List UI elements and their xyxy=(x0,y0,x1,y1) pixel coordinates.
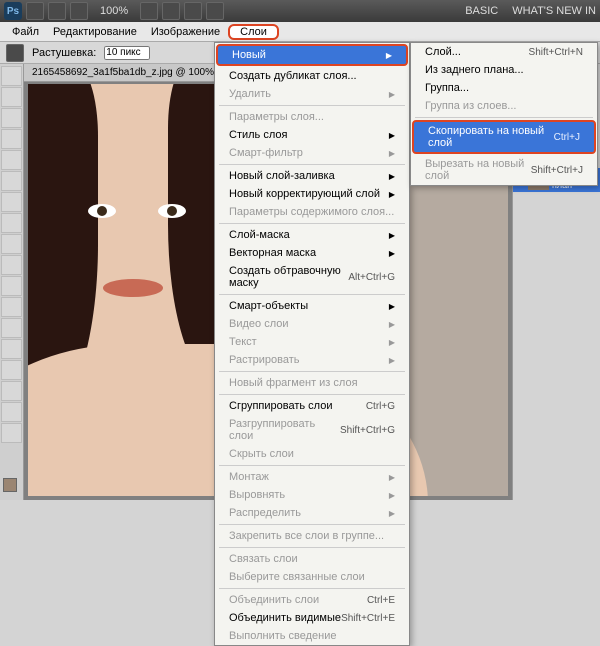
tool-icon[interactable] xyxy=(26,2,44,20)
menu-adj-layer[interactable]: Новый корректирующий слой▶ xyxy=(215,185,409,203)
menu-flatten[interactable]: Выполнить сведение xyxy=(215,627,409,645)
submenu-cut-layer[interactable]: Вырезать на новый слойShift+Ctrl+J xyxy=(411,155,597,185)
tool-wand[interactable] xyxy=(1,129,22,149)
submenu-copy-layer[interactable]: Скопировать на новый слойCtrl+J xyxy=(412,120,596,154)
menu-rasterize[interactable]: Растрировать▶ xyxy=(215,351,409,369)
tool-icon[interactable] xyxy=(184,2,202,20)
tool-crop[interactable] xyxy=(1,150,22,170)
menu-arrange[interactable]: Монтаж▶ xyxy=(215,468,409,486)
tool-icon[interactable] xyxy=(206,2,224,20)
tool-icon[interactable] xyxy=(48,2,66,20)
tool-icon[interactable] xyxy=(140,2,158,20)
menu-duplicate[interactable]: Создать дубликат слоя... xyxy=(215,67,409,85)
tool-dodge[interactable] xyxy=(1,339,22,359)
tool-icon[interactable] xyxy=(162,2,180,20)
tool-gradient[interactable] xyxy=(1,297,22,317)
menu-group[interactable]: Сгруппировать слоиCtrl+G xyxy=(215,397,409,415)
submenu-group[interactable]: Группа... xyxy=(411,79,597,97)
menu-smart-objects[interactable]: Смарт-объекты▶ xyxy=(215,297,409,315)
menu-ungroup[interactable]: Разгруппировать слоиShift+Ctrl+G xyxy=(215,415,409,445)
menu-video-layers[interactable]: Видео слои▶ xyxy=(215,315,409,333)
menu-file[interactable]: Файл xyxy=(6,24,45,40)
menu-content-opts[interactable]: Параметры содержимого слоя... xyxy=(215,203,409,221)
submenu-group-from[interactable]: Группа из слоев... xyxy=(411,97,597,115)
menu-lock-all[interactable]: Закрепить все слои в группе... xyxy=(215,527,409,545)
tool-history[interactable] xyxy=(1,255,22,275)
menu-layer-style[interactable]: Стиль слоя▶ xyxy=(215,126,409,144)
feather-input[interactable] xyxy=(104,46,150,60)
submenu-from-bg[interactable]: Из заднего плана... xyxy=(411,61,597,79)
menu-layer-mask[interactable]: Слой-маска▶ xyxy=(215,226,409,244)
ps-logo: Ps xyxy=(4,2,22,20)
menu-link[interactable]: Связать слои xyxy=(215,550,409,568)
tool-brush[interactable] xyxy=(1,213,22,233)
tools-panel xyxy=(0,64,24,500)
menu-delete[interactable]: Удалить▶ xyxy=(215,85,409,103)
tool-blur[interactable] xyxy=(1,318,22,338)
tool-heal[interactable] xyxy=(1,192,22,212)
menu-layer[interactable]: Слои xyxy=(228,24,279,40)
tool-pen[interactable] xyxy=(1,360,22,380)
tab-basic[interactable]: BASIC xyxy=(465,5,498,17)
tool-eraser[interactable] xyxy=(1,276,22,296)
menu-select-linked[interactable]: Выберите связанные слои xyxy=(215,568,409,586)
submenu-layer[interactable]: Слой...Shift+Ctrl+N xyxy=(411,43,597,61)
menu-align[interactable]: Выровнять▶ xyxy=(215,486,409,504)
menu-distribute[interactable]: Распределить▶ xyxy=(215,504,409,522)
tool-eyedrop[interactable] xyxy=(1,171,22,191)
current-tool-icon[interactable] xyxy=(6,44,24,62)
menu-edit[interactable]: Редактирование xyxy=(47,24,143,40)
menu-new[interactable]: Новый▶ xyxy=(216,44,408,66)
menu-smart-filter[interactable]: Смарт-фильтр▶ xyxy=(215,144,409,162)
tool-lasso[interactable] xyxy=(1,108,22,128)
tool-icon[interactable] xyxy=(70,2,88,20)
menu-vector-mask[interactable]: Векторная маска▶ xyxy=(215,244,409,262)
tool-stamp[interactable] xyxy=(1,234,22,254)
tool-shape[interactable] xyxy=(1,423,22,443)
menu-hide[interactable]: Скрыть слои xyxy=(215,445,409,463)
zoom-value[interactable]: 100% xyxy=(100,5,128,17)
menu-merge[interactable]: Объединить слоиCtrl+E xyxy=(215,591,409,609)
layer-menu-dropdown: Новый▶ Создать дубликат слоя... Удалить▶… xyxy=(214,42,410,646)
menu-text[interactable]: Текст▶ xyxy=(215,333,409,351)
tool-move[interactable] xyxy=(1,66,22,86)
menu-layer-props[interactable]: Параметры слоя... xyxy=(215,108,409,126)
menu-clipping-mask[interactable]: Создать обтравочную маскуAlt+Ctrl+G xyxy=(215,262,409,292)
tool-path[interactable] xyxy=(1,402,22,422)
chevron-right-icon: ▶ xyxy=(386,51,392,60)
color-swatch[interactable] xyxy=(3,478,17,492)
tool-marquee[interactable] xyxy=(1,87,22,107)
menu-new-slice[interactable]: Новый фрагмент из слоя xyxy=(215,374,409,392)
feather-label: Растушевка: xyxy=(32,47,96,59)
new-submenu: Слой...Shift+Ctrl+N Из заднего плана... … xyxy=(410,42,598,186)
tool-text[interactable] xyxy=(1,381,22,401)
tab-whatsnew[interactable]: WHAT'S NEW IN xyxy=(512,5,596,17)
menu-image[interactable]: Изображение xyxy=(145,24,226,40)
menu-fill-layer[interactable]: Новый слой-заливка▶ xyxy=(215,167,409,185)
menu-merge-visible[interactable]: Объединить видимыеShift+Ctrl+E xyxy=(215,609,409,627)
